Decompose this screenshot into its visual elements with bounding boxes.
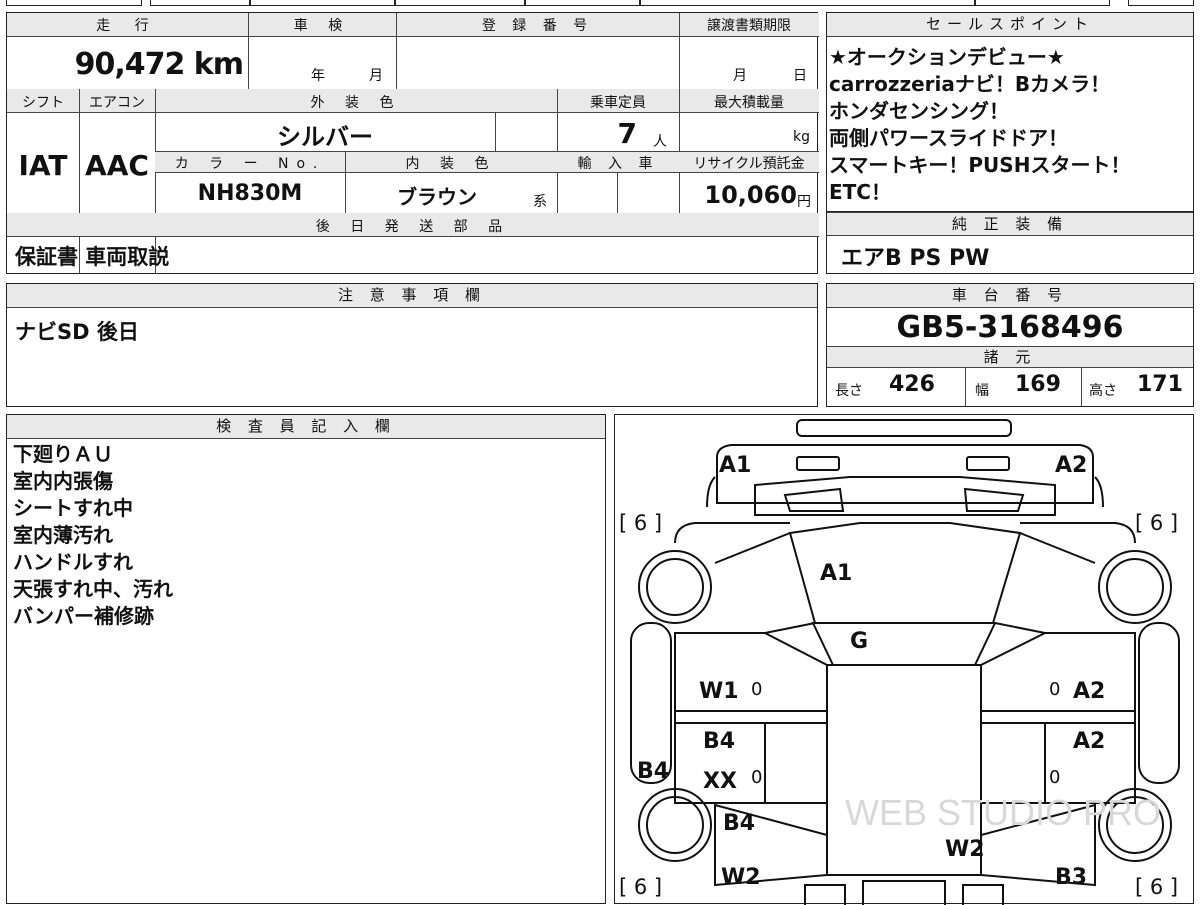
mark-roof: G — [850, 629, 869, 654]
mark-zero: 0 — [1049, 679, 1061, 700]
mileage-label: 走 行 — [96, 18, 159, 34]
later-parts-value: 保証書 車両取説 — [15, 245, 170, 269]
chassis-value: GB5-3168496 — [896, 310, 1124, 345]
notes-box: 注 意 事 項 欄 ナビSD 後日 — [6, 283, 818, 407]
sales-points-label: セールスポイント — [827, 13, 1193, 37]
max-load-unit: kg — [793, 129, 810, 145]
car-diagram-box: WEB STUDIO PRO A1 A2 A1 G W1 0 0 A2 B4 A… — [614, 414, 1194, 905]
shaken-year: 年 — [311, 68, 325, 84]
max-load-label: 最大積載量 — [714, 95, 784, 111]
mark-zero: 0 — [751, 679, 763, 700]
mark-right-rear-bumper: B3 — [1055, 865, 1088, 890]
mark-left-rear-quarter: B4 — [723, 811, 756, 836]
sales-point-line: ★オークションデビュー★ — [829, 45, 1065, 69]
interior-suffix: 系 — [533, 194, 547, 210]
mark-left-front-door: W1 — [699, 679, 739, 704]
chassis-label: 車 台 番 号 — [827, 284, 1193, 308]
sales-points-list: ★オークションデビュー★ carrozzeriaナビ！Bカメラ！ ホンダセンシン… — [829, 44, 1191, 206]
notes-label: 注 意 事 項 欄 — [7, 284, 817, 308]
inspector-line: 室内薄汚れ — [13, 523, 113, 547]
aircon-value: AAC — [85, 149, 149, 182]
car-diagram: WEB STUDIO PRO — [630, 419, 1180, 905]
height-label: 高さ — [1089, 383, 1117, 399]
shaken-month: 月 — [369, 68, 383, 84]
inspector-lines: 下廻りＡＵ 室内内張傷 シートすれ中 室内薄汚れ ハンドルすれ 天張すれ中、汚れ… — [13, 441, 173, 630]
length-label: 長さ — [835, 383, 863, 399]
registration-label: 登 録 番 号 — [481, 18, 594, 34]
notes-value: ナビSD 後日 — [15, 320, 139, 344]
mark-left-side: B4 — [637, 759, 670, 784]
import-label: 輸 入 車 — [577, 156, 659, 172]
shift-label: シフト — [22, 95, 64, 111]
exterior-color-label: 外 装 色 — [310, 95, 402, 111]
equipment-value: エアB PS PW — [841, 246, 990, 271]
vehicle-spec-table: 走 行 車 検 登 録 番 号 譲渡書類期限 90,472 km 年 月 月 日… — [6, 12, 819, 274]
inspector-line: 室内内張傷 — [13, 469, 113, 493]
inspector-line: シートすれ中 — [13, 496, 133, 520]
inspector-line: ハンドルすれ — [13, 550, 133, 574]
transfer-deadline-label: 譲渡書類期限 — [707, 18, 791, 34]
sales-points-box: セールスポイント ★オークションデビュー★ carrozzeriaナビ！Bカメラ… — [826, 12, 1194, 212]
sales-point-line: スマートキー！PUSHスタート！ — [829, 153, 1131, 177]
aircon-label: エアコン — [89, 95, 145, 111]
capacity-unit: 人 — [653, 134, 667, 150]
tire-front-left: [ 6 ] — [619, 511, 663, 535]
width-value: 169 — [1015, 372, 1061, 397]
mark-left-rear-door-2: XX — [703, 769, 737, 794]
recycle-label: リサイクル預託金 — [693, 156, 805, 172]
mark-left-rear-bumper: W2 — [721, 865, 761, 890]
mark-windshield: A1 — [820, 561, 853, 586]
height-value: 171 — [1137, 372, 1183, 397]
sales-point-line: carrozzeriaナビ！Bカメラ！ — [829, 72, 1111, 96]
exterior-color-value: シルバー — [277, 123, 373, 151]
width-label: 幅 — [975, 383, 989, 399]
mark-right-rear-door: A2 — [1073, 729, 1106, 754]
dims-label: 諸 元 — [827, 346, 1193, 368]
recycle-unit: 円 — [797, 194, 811, 210]
sales-point-line: 両側パワースライドドア！ — [829, 126, 1068, 150]
inspector-line: バンパー補修跡 — [13, 604, 154, 628]
inspector-line: 天張すれ中、汚れ — [13, 577, 173, 601]
transfer-month: 月 — [733, 68, 747, 84]
mark-left-rear-door-1: B4 — [703, 729, 736, 754]
equipment-box: 純 正 装 備 エアB PS PW — [826, 212, 1194, 274]
recycle-value: 10,060 — [704, 181, 797, 209]
diagram-watermark: WEB STUDIO PRO — [845, 792, 1161, 833]
tire-front-right: [ 6 ] — [1135, 511, 1179, 535]
mark-right-front-door: A2 — [1073, 679, 1106, 704]
transfer-day: 日 — [793, 68, 807, 84]
tire-rear-left: [ 6 ] — [619, 875, 663, 899]
mark-front-left: A1 — [719, 453, 752, 478]
sales-point-line: ホンダセンシング！ — [829, 99, 1009, 123]
color-no-value: NH830M — [197, 181, 303, 206]
inspector-label: 検 査 員 記 入 欄 — [7, 415, 605, 439]
length-value: 426 — [889, 372, 935, 397]
mark-zero: 0 — [1049, 767, 1061, 788]
mark-rear-center: W2 — [945, 837, 985, 862]
inspector-line: 下廻りＡＵ — [13, 442, 113, 466]
color-no-label: カ ラ ー No. — [174, 156, 326, 172]
sales-point-line: ETC！ — [829, 180, 891, 204]
interior-color-value: ブラウン — [397, 185, 477, 209]
capacity-label: 乗車定員 — [590, 95, 646, 111]
mark-front-right: A2 — [1055, 453, 1088, 478]
mileage-value: 90,472 km — [74, 47, 244, 82]
mark-zero: 0 — [751, 767, 763, 788]
chassis-box: 車 台 番 号 GB5-3168496 諸 元 長さ 426 幅 169 高さ … — [826, 283, 1194, 407]
later-parts-label: 後 日 発 送 部 品 — [315, 219, 511, 235]
equipment-label: 純 正 装 備 — [827, 212, 1193, 236]
shaken-label: 車 検 — [293, 18, 351, 34]
shift-value: IAT — [18, 149, 68, 182]
interior-color-label: 内 装 色 — [405, 156, 497, 172]
inspector-box: 検 査 員 記 入 欄 下廻りＡＵ 室内内張傷 シートすれ中 室内薄汚れ ハンド… — [6, 414, 606, 904]
capacity-value: 7 — [617, 117, 637, 150]
tire-rear-right: [ 6 ] — [1135, 875, 1179, 899]
